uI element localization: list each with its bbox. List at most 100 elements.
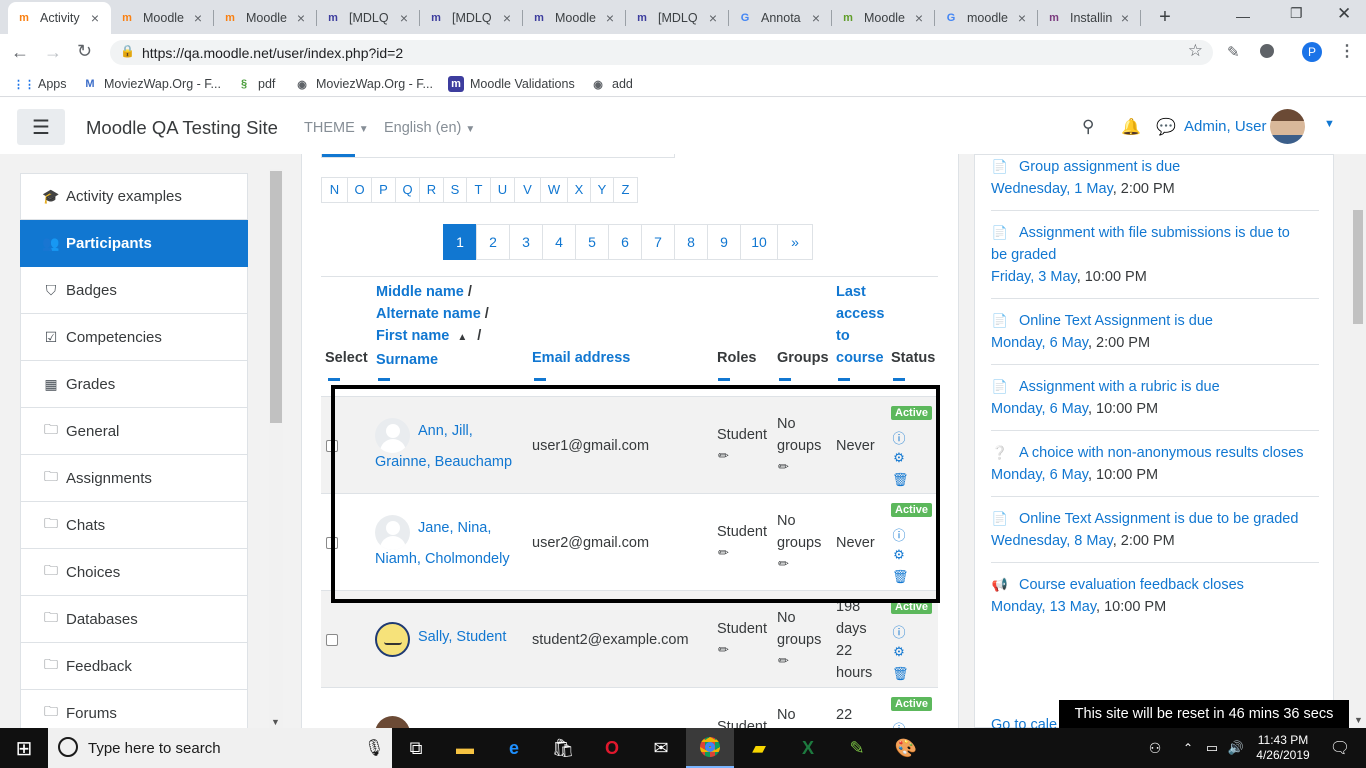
collapse-email-column-icon[interactable] <box>534 378 546 381</box>
language-menu[interactable]: English (en) ▼ <box>384 120 475 136</box>
browser-tab[interactable]: m Installin × <box>1038 2 1141 34</box>
page-link[interactable]: 2 <box>476 224 510 260</box>
event-name-link[interactable]: Online Text Assignment is due <box>1019 313 1213 329</box>
theme-menu[interactable]: THEME ▼ <box>304 120 369 136</box>
gear-icon[interactable]: ⚙ <box>892 644 906 660</box>
browser-tab[interactable]: m [MDLQ × <box>420 2 523 34</box>
opera-icon[interactable]: O <box>588 728 636 768</box>
tab-close-icon[interactable]: × <box>499 10 515 26</box>
chrome-icon[interactable] <box>686 728 734 768</box>
event-date-link[interactable]: Monday, 13 May <box>991 599 1096 615</box>
collapse-select-column-icon[interactable] <box>328 378 340 381</box>
taskbar-search[interactable]: Type here to search 🎙 <box>48 728 392 768</box>
chevron-up-icon[interactable]: ⌃ <box>1176 728 1200 768</box>
initial-link-s[interactable]: S <box>443 177 467 203</box>
page-link[interactable]: 3 <box>509 224 543 260</box>
user-menu-name[interactable]: Admin, User <box>1184 118 1267 135</box>
first-name-sort-link[interactable]: First name <box>376 328 449 344</box>
browser-tab[interactable]: m Moodle × <box>111 2 214 34</box>
scroll-down-arrow-icon[interactable]: ▼ <box>271 717 280 727</box>
browser-tab[interactable]: m Activity × <box>8 2 111 34</box>
initial-link-o[interactable]: O <box>347 177 372 203</box>
initial-link-t[interactable]: T <box>466 177 491 203</box>
menu-dots-icon[interactable]: ⋮ <box>1339 41 1355 61</box>
tab-close-icon[interactable]: × <box>1117 10 1133 26</box>
email-sort-link[interactable]: Email address <box>532 347 630 369</box>
initial-all-selected[interactable] <box>322 154 355 157</box>
initial-link-x[interactable]: X <box>567 177 591 203</box>
notifications-icon[interactable]: 🗨 <box>1320 728 1360 768</box>
event-name-link[interactable]: Assignment with a rubric is due <box>1019 379 1220 395</box>
drawer-item-activity-examples[interactable]: 🎓 Activity examples <box>20 173 248 220</box>
profile-avatar[interactable]: P <box>1302 42 1322 62</box>
drawer-item-choices[interactable]: 🗀 Choices <box>20 549 248 596</box>
minimize-icon[interactable]: — <box>1236 8 1250 24</box>
initial-link-n[interactable]: N <box>321 177 348 203</box>
windows-start-icon[interactable]: ⊞ <box>0 728 48 768</box>
back-arrow-icon[interactable]: ← <box>11 42 29 63</box>
star-icon[interactable]: ☆ <box>1188 41 1203 61</box>
surname-sort-link[interactable]: Surname <box>376 352 438 368</box>
collapse-name-column-icon[interactable] <box>378 378 390 381</box>
bell-icon[interactable]: 🔔 <box>1121 117 1141 137</box>
collapse-roles-column-icon[interactable] <box>718 378 730 381</box>
alternate-name-sort-link[interactable]: Alternate name <box>376 306 481 322</box>
sticky-notes-icon[interactable]: ▰ <box>735 728 783 768</box>
reload-icon[interactable]: ↻ <box>77 41 92 62</box>
event-name-link[interactable]: be graded <box>991 244 1321 266</box>
excel-icon[interactable]: X <box>784 728 832 768</box>
scroll-down-arrow-icon[interactable]: ▼ <box>1354 715 1363 725</box>
drawer-scrollbar[interactable]: ▼ <box>269 169 283 728</box>
initial-link-z[interactable]: Z <box>613 177 638 203</box>
middle-name-sort-link[interactable]: Middle name <box>376 284 464 300</box>
forward-arrow-icon[interactable]: → <box>44 42 62 63</box>
tab-close-icon[interactable]: × <box>190 10 206 26</box>
user-avatar[interactable] <box>1270 109 1305 144</box>
initial-link-p[interactable]: P <box>371 177 396 203</box>
hamburger-menu-icon[interactable]: ☰ <box>17 109 65 145</box>
info-icon[interactable]: ⓘ <box>892 622 906 641</box>
event-date-link[interactable]: Wednesday, 1 May <box>991 181 1113 197</box>
browser-tab[interactable]: G Annota × <box>729 2 832 34</box>
initial-link-v[interactable]: V <box>514 177 541 203</box>
event-name-link[interactable]: Group assignment is due <box>1019 159 1180 175</box>
bookmark-apps[interactable]: ⋮⋮ Apps <box>13 76 67 92</box>
user-avatar[interactable] <box>375 716 410 728</box>
collapse-groups-column-icon[interactable] <box>779 378 791 381</box>
site-name[interactable]: Moodle QA Testing Site <box>86 117 278 139</box>
people-icon[interactable]: ⚇ <box>1140 728 1170 768</box>
initial-link-q[interactable]: Q <box>395 177 420 203</box>
page-link[interactable]: 6 <box>608 224 642 260</box>
tab-close-icon[interactable]: × <box>911 10 927 26</box>
bookmark-add[interactable]: ◉ add <box>590 76 633 92</box>
drawer-item-participants[interactable]: 👥 Participants <box>20 220 248 267</box>
go-to-calendar-link[interactable]: Go to cale <box>991 717 1057 728</box>
event-date-link[interactable]: Friday, 3 May <box>991 269 1077 285</box>
drawer-item-grades[interactable]: ▦ Grades <box>20 361 248 408</box>
browser-tab[interactable]: m Moodle × <box>214 2 317 34</box>
close-window-icon[interactable]: ✕ <box>1337 4 1351 24</box>
trash-icon[interactable]: 🗑 <box>892 666 909 682</box>
bookmark-moviezwap-1[interactable]: M MoviezWap.Org - F... <box>82 76 221 92</box>
bookmark-moviezwap-2[interactable]: ◉ MoviezWap.Org - F... <box>294 76 433 92</box>
event-date-link[interactable]: Wednesday, 8 May <box>991 533 1113 549</box>
next-page-button[interactable]: » <box>777 224 813 260</box>
tab-close-icon[interactable]: × <box>808 10 824 26</box>
clock[interactable]: 11:43 PM 4/26/2019 <box>1253 733 1313 763</box>
bookmark-pdf[interactable]: § pdf <box>236 76 275 92</box>
page-link[interactable]: 5 <box>575 224 609 260</box>
user-name-link[interactable]: Sally, Student <box>418 622 506 653</box>
event-name-link[interactable]: Assignment with file submissions is due … <box>1019 225 1290 241</box>
file-explorer-icon[interactable]: ▬ <box>441 728 489 768</box>
caret-down-icon[interactable]: ▼ <box>1324 118 1335 130</box>
eyedropper-icon[interactable]: ✎ <box>1227 43 1240 61</box>
drawer-item-forums[interactable]: 🗀 Forums <box>20 690 248 728</box>
extension-icon[interactable] <box>1260 44 1274 58</box>
last-access-sort-link[interactable]: Last access to course <box>836 281 884 369</box>
battery-icon[interactable]: ▭ <box>1200 728 1224 768</box>
collapse-status-column-icon[interactable] <box>893 378 905 381</box>
address-bar[interactable]: 🔒 https://qa.moodle.net/user/index.php?i… <box>110 40 1213 65</box>
tab-close-icon[interactable]: × <box>705 10 721 26</box>
tab-close-icon[interactable]: × <box>293 10 309 26</box>
mail-icon[interactable]: ✉ <box>637 728 685 768</box>
